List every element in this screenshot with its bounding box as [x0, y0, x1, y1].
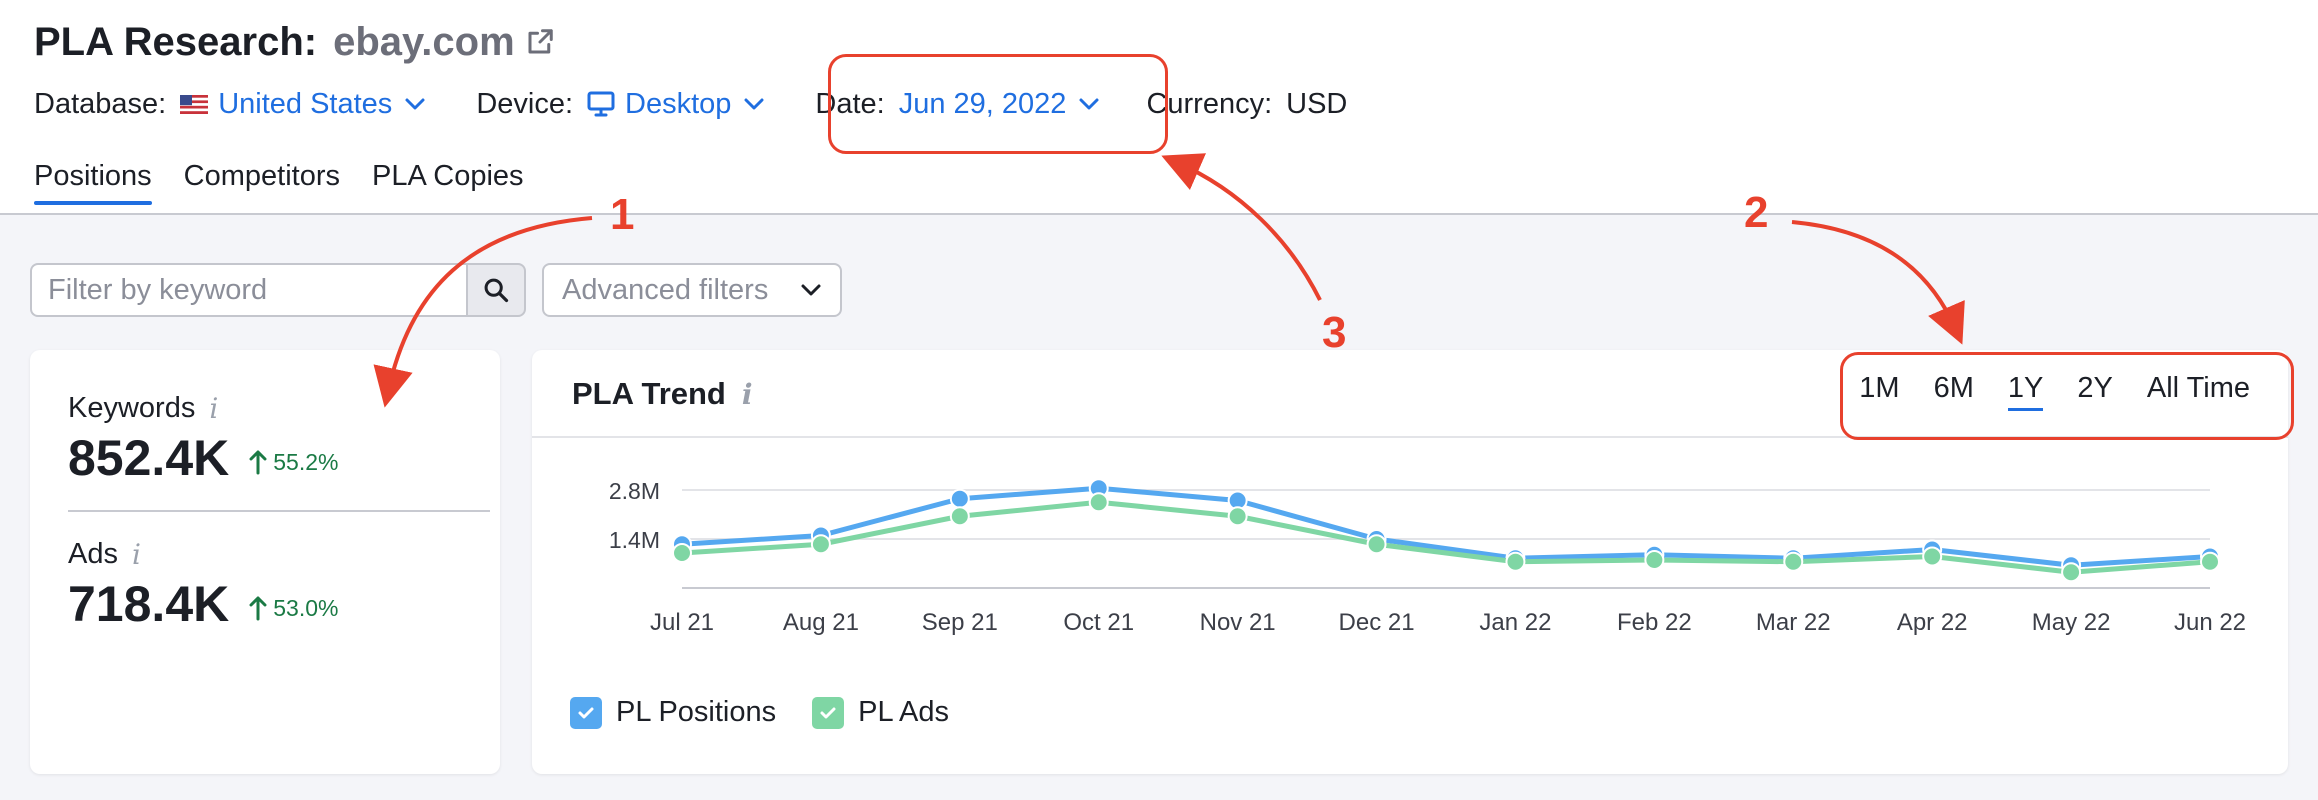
database-selector[interactable]: United States [180, 88, 426, 121]
annotation-number-1: 1 [610, 190, 635, 239]
search-button[interactable] [466, 263, 526, 317]
y-tick-label: 1.4M [609, 527, 660, 553]
currency-value: USD [1286, 87, 1348, 120]
tab-bar: Positions Competitors PLA Copies [34, 160, 556, 205]
tab-pla-copies[interactable]: PLA Copies [372, 160, 524, 203]
annotation-number-2: 2 [1744, 188, 1769, 237]
data-point [672, 543, 692, 563]
x-tick-label: Apr 22 [1897, 609, 1968, 636]
data-point [1644, 550, 1665, 570]
x-tick-label: Dec 21 [1339, 609, 1415, 636]
keywords-delta-value: 55.2% [273, 448, 339, 475]
y-tick-label: 2.8M [609, 478, 660, 504]
x-tick-label: Mar 22 [1756, 609, 1831, 636]
keywords-stat: Keywords i 852.4K 55.2% [68, 392, 338, 487]
x-tick-label: Jul 21 [650, 609, 714, 636]
data-point [949, 506, 970, 527]
search-icon [484, 278, 509, 303]
device-selector[interactable]: Desktop [587, 88, 765, 121]
trend-title-text: PLA Trend [572, 376, 726, 411]
ads-delta: 53.0% [249, 595, 338, 622]
data-point [1922, 546, 1943, 567]
x-tick-label: May 22 [2032, 609, 2111, 636]
data-point [2061, 562, 2082, 583]
trend-title: PLA Trend i [572, 376, 753, 412]
annotation-number-3: 3 [1322, 308, 1347, 357]
data-point [1227, 506, 1248, 527]
x-tick-label: Feb 22 [1617, 609, 1692, 636]
legend-pl-positions[interactable]: PL Positions [570, 696, 776, 729]
info-icon[interactable]: i [132, 538, 141, 571]
database-value: United States [218, 87, 393, 120]
keywords-label: Keywords [68, 392, 196, 424]
tab-divider [0, 213, 2318, 215]
advanced-filters-label: Advanced filters [562, 273, 769, 306]
checkbox-checked-icon[interactable] [812, 696, 845, 729]
tab-positions[interactable]: Positions [34, 160, 152, 205]
keyword-filter [30, 263, 526, 317]
x-tick-label: Sep 21 [922, 609, 998, 636]
ads-stat: Ads i 718.4K 53.0% [68, 538, 338, 633]
x-tick-label: Jan 22 [1479, 609, 1551, 636]
data-point [2200, 551, 2220, 572]
us-flag-icon [180, 94, 209, 114]
ads-delta-value: 53.0% [273, 594, 339, 621]
page-title: PLA Research: [34, 19, 318, 64]
keywords-value: 852.4K [68, 430, 230, 486]
device-label: Device: [476, 87, 574, 120]
stat-divider [68, 510, 490, 512]
legend-pl-ads[interactable]: PL Ads [812, 696, 949, 729]
domain-name[interactable]: ebay.com [333, 20, 515, 65]
checkbox-checked-icon[interactable] [570, 696, 602, 729]
ads-label: Ads [68, 538, 118, 570]
data-point [1088, 492, 1109, 513]
tab-competitors[interactable]: Competitors [184, 160, 340, 203]
desktop-icon [587, 91, 615, 117]
chevron-down-icon [801, 284, 821, 296]
chevron-down-icon [743, 97, 765, 111]
data-point [1783, 551, 1804, 572]
x-tick-label: Nov 21 [1200, 609, 1276, 636]
keyword-filter-input[interactable] [30, 263, 466, 317]
date-highlight-box [828, 54, 1168, 154]
info-icon[interactable]: i [742, 378, 753, 411]
data-point [1505, 551, 1526, 572]
data-point [949, 488, 970, 509]
arrow-up-icon [249, 450, 267, 475]
ads-value: 718.4K [68, 576, 230, 632]
x-tick-label: Oct 21 [1063, 609, 1134, 636]
chart-legend: PL Positions PL Ads [570, 696, 985, 729]
info-icon[interactable]: i [209, 392, 218, 425]
summary-card: Keywords i 852.4K 55.2% Ads i 718.4K 53.… [30, 350, 500, 774]
range-highlight-box [1840, 352, 2294, 440]
device-value: Desktop [625, 87, 732, 120]
keywords-delta: 55.2% [249, 449, 338, 476]
legend-label: PL Positions [616, 696, 777, 728]
advanced-filters-dropdown[interactable]: Advanced filters [542, 263, 842, 317]
pla-trend-chart: 2.8M 1.4M Jul 21 Aug 21 Sep 21 Oct 21 Nov 21 De… [609, 478, 2246, 636]
data-point [1366, 534, 1387, 555]
title-row: PLA Research: ebay.com [34, 14, 555, 70]
x-tick-label: Jun 22 [2174, 609, 2246, 636]
x-tick-label: Aug 21 [783, 609, 859, 636]
legend-label: PL Ads [858, 696, 949, 728]
data-point [810, 534, 831, 555]
external-link-icon[interactable] [525, 27, 555, 57]
annotation-arrow-2 [1791, 220, 1965, 345]
arrow-up-icon [249, 596, 267, 621]
chevron-down-icon [404, 97, 426, 111]
database-label: Database: [34, 87, 167, 120]
